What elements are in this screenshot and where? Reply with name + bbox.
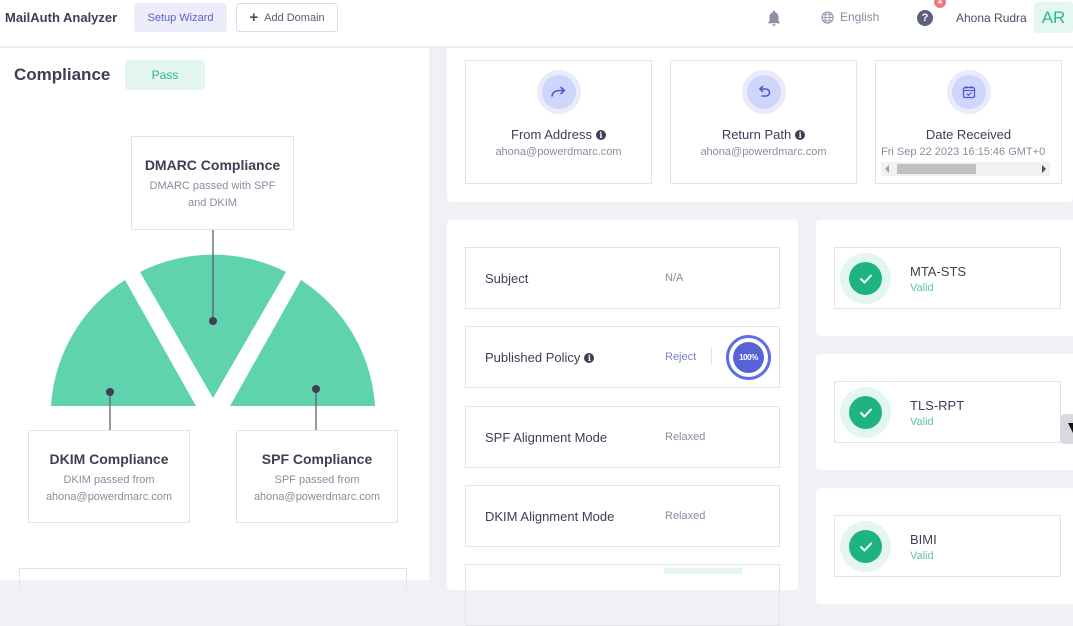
policy-percentage-value: 100% [733, 342, 764, 373]
globe-icon [821, 10, 834, 24]
dmarc-compliance-description: DMARC passed with SPF and DKIM [149, 180, 276, 209]
spf-compliance-description: SPF passed from ahona@powerdmarc.com [253, 474, 381, 503]
divider [711, 347, 712, 365]
setup-wizard-button[interactable]: Setup Wizard [134, 3, 227, 32]
scroll-right-icon[interactable] [1042, 165, 1046, 173]
protocol-card: TLS-RPT Valid [834, 381, 1061, 443]
additional-section-box [19, 568, 407, 588]
from-address-title: From Address [511, 127, 592, 142]
forward-arrow-icon [550, 86, 565, 97]
detail-row-published-policy: Published Policy i Reject 100% [465, 326, 780, 388]
date-received-card: Date Received Fri Sep 22 2023 16:15:46 G… [875, 60, 1062, 184]
protocol-name: TLS-RPT [910, 398, 965, 413]
dmarc-connector-dot [209, 317, 217, 325]
protocol-name: BIMI [910, 532, 937, 547]
return-path-card: Return Path i ahona@powerdmarc.com [670, 60, 857, 184]
detail-value: Reject [665, 351, 697, 363]
scrollbar-thumb[interactable] [897, 164, 976, 174]
date-received-value: Fri Sep 22 2023 16:15:46 GMT+0 [881, 146, 1046, 158]
compliance-title: Compliance [14, 65, 111, 84]
chevron-down-icon [1068, 423, 1073, 433]
check-icon [859, 274, 872, 283]
return-arrow-icon [758, 85, 770, 97]
check-icon [859, 542, 872, 551]
spf-compliance-box: SPF Compliance SPF passed from ahona@pow… [236, 430, 398, 523]
details-panel: Subject N/A Published Policy i Reject 10… [447, 220, 798, 626]
tls-rpt-panel: TLS-RPT Valid [816, 354, 1073, 470]
calendar-icon [962, 86, 975, 99]
from-address-value: ahona@powerdmarc.com [495, 146, 622, 158]
return-path-title: Return Path [721, 127, 792, 142]
detail-label: Subject [485, 271, 529, 286]
add-domain-label: Add Domain [264, 11, 325, 24]
notification-badge: 4 [934, 0, 946, 8]
detail-label: DKIM Alignment Mode [485, 509, 615, 524]
protocol-status: Valid [910, 416, 934, 428]
protocol-card: BIMI Valid [834, 515, 1061, 577]
detail-row-subject: Subject N/A [465, 247, 780, 309]
dmarc-compliance-box: DMARC Compliance DMARC passed with SPF a… [131, 136, 294, 230]
horizontal-scrollbar[interactable] [881, 162, 1050, 176]
summary-panel: From Address i ahona@powerdmarc.com Retu… [447, 48, 1073, 202]
side-drawer-toggle[interactable] [1060, 414, 1073, 444]
protocol-card: MTA-STS Valid [834, 247, 1061, 309]
dkim-connector-dot [106, 388, 114, 396]
detail-row-spf-alignment: SPF Alignment Mode Relaxed [465, 406, 780, 468]
dkim-compliance-description: DKIM passed from ahona@powerdmarc.com [45, 474, 173, 503]
protocol-name: MTA-STS [910, 264, 967, 279]
detail-value: N/A [665, 272, 684, 284]
detail-value: Relaxed [665, 431, 706, 443]
return-path-value: ahona@powerdmarc.com [700, 146, 827, 158]
info-icon[interactable]: i [595, 129, 606, 140]
detail-label: SPF Alignment Mode [485, 430, 608, 445]
detail-value: Relaxed [665, 510, 706, 522]
bell-icon[interactable] [766, 9, 782, 27]
spf-connector-dot [312, 385, 320, 393]
status-badge: Pass [125, 60, 205, 90]
date-received-title: Date Received [925, 127, 1012, 142]
language-selector[interactable]: English [821, 10, 879, 24]
app-title: MailAuth Analyzer [5, 10, 118, 25]
mta-sts-panel: MTA-STS Valid [816, 220, 1073, 336]
user-name[interactable]: Ahona Rudra [956, 11, 1027, 25]
protocol-status: Valid [910, 282, 934, 294]
avatar[interactable]: AR [1034, 2, 1073, 33]
detail-label: Published Policy [485, 350, 581, 365]
scroll-left-icon[interactable] [885, 165, 889, 173]
detail-row-next [465, 564, 780, 626]
plus-icon: + [249, 9, 259, 26]
add-domain-button[interactable]: + Add Domain [236, 3, 338, 32]
info-icon[interactable]: i [584, 352, 595, 363]
spf-compliance-title: SPF Compliance [261, 451, 373, 467]
detail-row-dkim-alignment: DKIM Alignment Mode Relaxed [465, 485, 780, 547]
question-icon[interactable]: ? [917, 10, 933, 26]
status-badge [664, 568, 742, 574]
dkim-compliance-box: DKIM Compliance DKIM passed from ahona@p… [28, 430, 190, 523]
info-icon[interactable]: i [795, 129, 806, 140]
compliance-panel: Compliance Pass DMARC Compliance DMARC p… [0, 48, 429, 588]
top-bar: MailAuth Analyzer Setup Wizard + Add Dom… [0, 0, 1073, 47]
policy-percentage-indicator: 100% [726, 335, 771, 380]
protocol-status: Valid [910, 550, 934, 562]
dkim-compliance-title: DKIM Compliance [49, 451, 169, 467]
from-address-card: From Address i ahona@powerdmarc.com [465, 60, 652, 184]
language-label: English [840, 10, 880, 24]
compliance-gauge [51, 230, 375, 431]
check-icon [859, 408, 872, 417]
bimi-panel: BIMI Valid [816, 488, 1073, 604]
dmarc-compliance-title: DMARC Compliance [144, 157, 281, 173]
